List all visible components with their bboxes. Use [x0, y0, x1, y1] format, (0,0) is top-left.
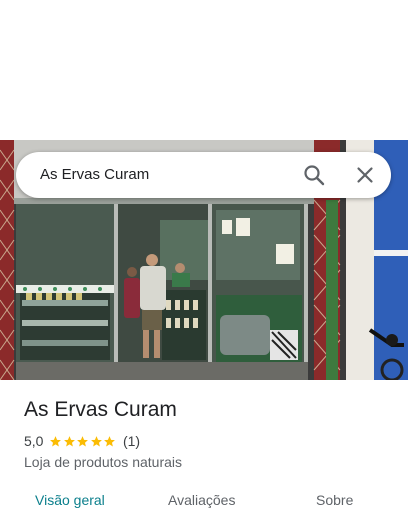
- rating-row[interactable]: 5,0 (1): [24, 432, 140, 450]
- tab-reviews[interactable]: Avaliações: [168, 492, 235, 508]
- place-page: As Ervas Curam As Ervas Curam 5,0 (1) Lo…: [0, 0, 408, 520]
- star-icon: [50, 435, 62, 446]
- search-bar[interactable]: As Ervas Curam: [16, 152, 391, 198]
- star-icon: [64, 435, 75, 446]
- place-tabs: Visão geral Avaliações Sobre: [0, 486, 408, 520]
- tab-overview[interactable]: Visão geral: [35, 492, 105, 508]
- place-category: Loja de produtos naturais: [24, 454, 182, 470]
- review-count[interactable]: (1): [123, 433, 140, 449]
- place-title: As Ervas Curam: [24, 398, 177, 421]
- star-icon: [104, 435, 116, 446]
- search-icon[interactable]: [302, 163, 326, 187]
- search-input[interactable]: As Ervas Curam: [40, 166, 149, 183]
- star-rating: [49, 435, 117, 448]
- star-icon: [77, 435, 89, 446]
- tab-about[interactable]: Sobre: [316, 492, 353, 508]
- star-icon: [91, 435, 102, 446]
- rating-value: 5,0: [24, 433, 44, 449]
- close-icon[interactable]: [353, 163, 377, 187]
